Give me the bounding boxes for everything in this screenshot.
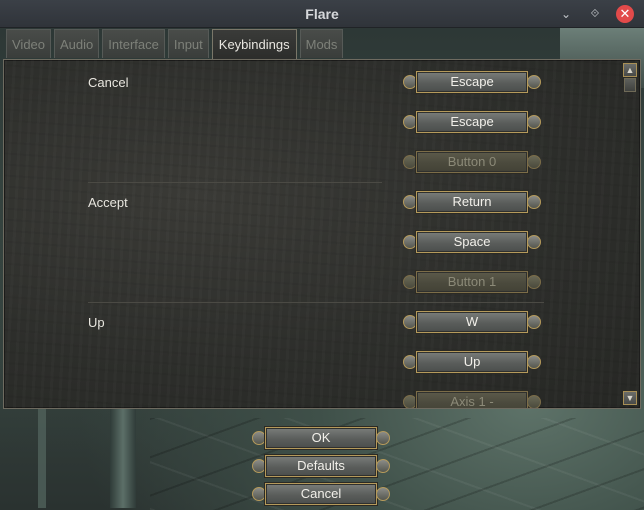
button-end-cap: [403, 195, 417, 209]
binding-button-label: Space: [416, 231, 528, 253]
button-end-cap: [403, 155, 417, 169]
background-floor: [150, 418, 644, 510]
binding-button[interactable]: Axis 1 -: [403, 391, 543, 408]
minimize-icon[interactable]: ⌄: [557, 5, 575, 23]
window-title: Flare: [305, 6, 339, 22]
button-end-cap: [252, 431, 266, 445]
button-end-cap: [376, 459, 390, 473]
binding-button-label: Return: [416, 191, 528, 213]
binding-button-label: Button 0: [416, 151, 528, 173]
cancel-button[interactable]: Cancel: [252, 483, 392, 505]
scrollbar-thumb[interactable]: [624, 78, 636, 92]
ok-button[interactable]: OK: [252, 427, 392, 449]
tab-audio[interactable]: Audio: [54, 29, 100, 58]
binding-button-label: Escape: [416, 71, 528, 93]
background-pillar: [110, 408, 136, 508]
scroll-down-arrow-icon[interactable]: ▼: [623, 391, 637, 405]
action-label-cancel: Cancel: [88, 75, 129, 90]
row-divider: [88, 302, 544, 303]
maximize-icon[interactable]: ⟐: [586, 5, 604, 23]
button-end-cap: [527, 395, 541, 408]
button-end-cap: [403, 115, 417, 129]
binding-button[interactable]: Button 0: [403, 151, 543, 173]
binding-button[interactable]: Escape: [403, 111, 543, 133]
button-end-cap: [527, 235, 541, 249]
button-end-cap: [527, 315, 541, 329]
button-end-cap: [403, 355, 417, 369]
tab-interface[interactable]: Interface: [102, 29, 165, 58]
binding-button[interactable]: Return: [403, 191, 543, 213]
cancel-button-label: Cancel: [265, 483, 377, 505]
binding-button-label: Axis 1 -: [416, 391, 528, 408]
binding-button-label: Button 1: [416, 271, 528, 293]
button-end-cap: [252, 459, 266, 473]
row-divider: [88, 182, 382, 183]
button-end-cap: [376, 431, 390, 445]
action-label-accept: Accept: [88, 195, 128, 210]
binding-button[interactable]: Button 1: [403, 271, 543, 293]
scroll-up-arrow-icon[interactable]: ▲: [623, 63, 637, 77]
button-end-cap: [403, 75, 417, 89]
button-end-cap: [527, 75, 541, 89]
tab-video[interactable]: Video: [6, 29, 52, 58]
binding-button-label: Escape: [416, 111, 528, 133]
binding-button-label: Up: [416, 351, 528, 373]
button-end-cap: [403, 275, 417, 289]
settings-tabs: Video Audio Interface Input Keybindings …: [6, 29, 344, 60]
button-end-cap: [403, 315, 417, 329]
button-end-cap: [376, 487, 390, 501]
button-end-cap: [527, 355, 541, 369]
binding-button-label: W: [416, 311, 528, 333]
button-end-cap: [252, 487, 266, 501]
window-titlebar: Flare ⌄ ⟐ ✕: [0, 0, 644, 28]
defaults-button-label: Defaults: [265, 455, 377, 477]
button-end-cap: [403, 395, 417, 408]
ok-button-label: OK: [265, 427, 377, 449]
tab-mods[interactable]: Mods: [299, 29, 344, 58]
keybindings-panel: Cancel Escape Escape Button 0 Accept Ret…: [3, 59, 641, 409]
close-icon[interactable]: ✕: [616, 5, 634, 23]
action-label-up: Up: [88, 315, 105, 330]
button-end-cap: [527, 195, 541, 209]
binding-button[interactable]: Up: [403, 351, 543, 373]
defaults-button[interactable]: Defaults: [252, 455, 392, 477]
button-end-cap: [527, 275, 541, 289]
tab-keybindings[interactable]: Keybindings: [211, 29, 297, 60]
binding-button[interactable]: W: [403, 311, 543, 333]
binding-button[interactable]: Escape: [403, 71, 543, 93]
button-end-cap: [403, 235, 417, 249]
background-pillar: [38, 408, 46, 508]
button-end-cap: [527, 155, 541, 169]
binding-button[interactable]: Space: [403, 231, 543, 253]
button-end-cap: [527, 115, 541, 129]
tab-input[interactable]: Input: [167, 29, 209, 58]
